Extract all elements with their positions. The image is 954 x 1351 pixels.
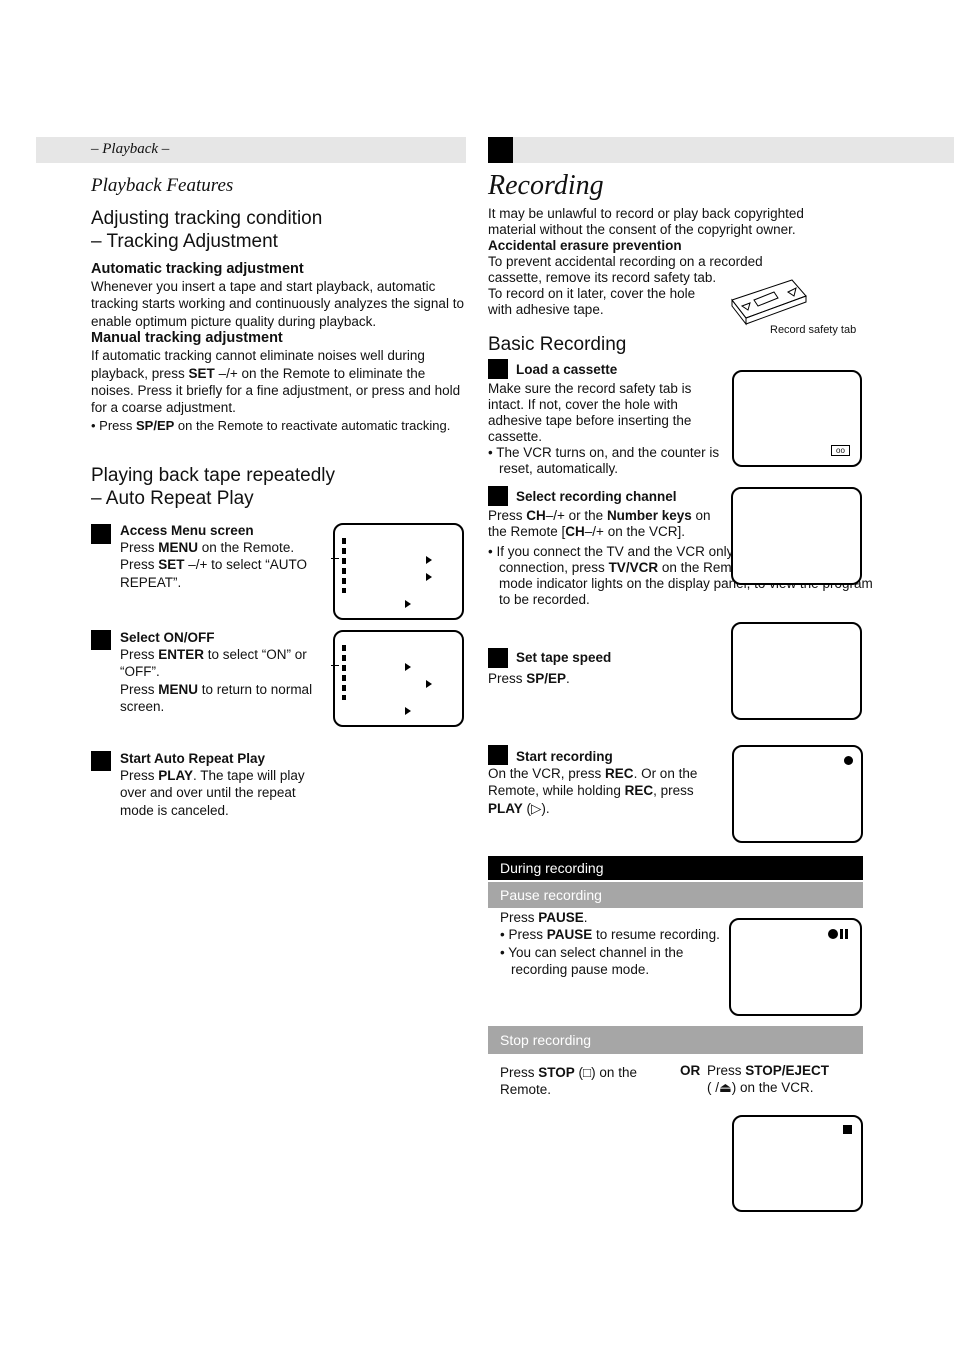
erasure-heading: Accidental erasure prevention [488,238,682,253]
menu-arrow-icon [405,663,411,671]
cursor-mark [342,645,346,700]
step-line: Press SET –/+ to select “AUTO REPEAT”. [120,557,307,590]
step-heading: Load a cassette [516,362,618,377]
record-step-3: Press SP/EP. [488,671,570,686]
step-number-box [91,751,111,771]
tracking-bullet: • Press SP/EP on the Remote to reactivat… [91,417,451,433]
step-line: Press ENTER to select “ON” or “OFF”. [120,647,307,680]
menu-arrow-icon [426,680,432,688]
section-title: Playback Features [91,175,234,196]
menu-arrow-icon [426,556,432,564]
manual-tracking-heading: Manual tracking adjustment [91,330,283,347]
menu-arrow-icon [405,600,411,608]
menu-screen-2 [331,630,464,727]
step-heading: Start recording [516,749,613,764]
stop-recording-bar: Stop recording [488,1026,863,1054]
menu-screen-1 [331,523,464,620]
pause-bullet: • You can select channel in the recordin… [500,944,684,978]
stop-remote-text: Press STOP (□) on the Remote. [500,1065,637,1098]
stop-or-label: OR [680,1063,701,1078]
auto-tracking-text: Whenever you insert a tape and start pla… [91,279,464,329]
step-heading: Select recording channel [516,489,677,504]
pause-text: Press PAUSE. [500,910,588,925]
repeat-step-2: Select ON/OFF Press ENTER to select “ON”… [120,629,328,716]
step-text: Make sure the record safety tab is intac… [488,381,692,444]
cursor-mark [342,538,346,593]
cassette-caption: Record safety tab [770,324,857,336]
record-step-2: Press CH–/+ or the Number keys on the Re… [488,508,728,540]
step-number-box [488,359,508,379]
step-number-box [488,486,508,506]
step-heading: Set tape speed [516,650,612,665]
basic-recording-title: Basic Recording [488,334,627,355]
recording-title: Recording [488,170,604,201]
record-step-1: Make sure the record safety tab is intac… [488,381,720,477]
repeat-step-3: Start Auto Repeat Play Press PLAY. The t… [120,750,320,819]
step-line: Press MENU to return to normal screen. [120,681,313,715]
right-header-bar [488,137,954,163]
step-number-box [91,630,111,650]
step-heading: Access Menu screen [120,523,254,538]
step-number-box [91,524,111,544]
repeat-title: Playing back tape repeatedly – Auto Repe… [91,464,335,510]
record-pause-icon [828,929,849,939]
left-header-label: – Playback – [91,141,170,157]
flash-icon [331,558,339,559]
erasure-text-2: To record on it later, cover the hole wi… [488,286,696,317]
step-line: Press MENU on the Remote. [120,540,295,555]
cassette-icon: oo [831,445,850,456]
step-heading: Select ON/OFF [120,630,215,645]
repeat-title-line1: Playing back tape repeatedly [91,465,335,486]
menu-arrow-icon [405,707,411,715]
flash-icon [331,665,339,666]
record-step-4: On the VCR, press REC. Or on the Remote,… [488,766,698,816]
tv-screen-recording [732,745,863,843]
pause-instructions: Press PAUSE. • Press PAUSE to resume rec… [500,909,728,979]
right-header-marker [488,137,513,163]
step-number-box [488,648,508,668]
copyright-notice: It may be unlawful to record or play bac… [488,206,804,237]
tracking-title-line1: Adjusting tracking condition [91,208,323,229]
manual-tracking-text: If automatic tracking cannot eliminate n… [91,348,461,416]
during-recording-bar: During recording [488,856,863,880]
stop-square-icon [843,1125,852,1134]
tracking-body: Automatic tracking adjustment Whenever y… [91,261,469,434]
stop-vcr-text-line2: ( /⏏) on the VCR. [707,1080,814,1096]
step-heading: Start Auto Repeat Play [120,751,266,766]
step-number-box [488,745,508,765]
repeat-title-line2: – Auto Repeat Play [91,488,254,509]
step-text: Press CH–/+ or the Number keys on the Re… [488,508,711,539]
step-bullet: • The VCR turns on, and the counter is r… [488,445,720,476]
tv-screen-pause [729,918,862,1016]
pause-bullet: • Press PAUSE to resume recording. [500,927,720,943]
tv-screen-stop [732,1115,863,1212]
tv-screen-speed [731,622,862,720]
pause-recording-bar: Pause recording [488,882,863,908]
tracking-title-line2: – Tracking Adjustment [91,231,278,252]
tracking-title: Adjusting tracking condition – Tracking … [91,207,322,253]
repeat-step-1: Access Menu screen Press MENU on the Rem… [120,522,320,591]
tv-screen-channel [731,487,862,585]
tv-screen-load: oo [732,370,862,467]
auto-tracking-heading: Automatic tracking adjustment [91,261,304,277]
record-dot-icon [844,756,853,765]
step-line: Press PLAY. The tape will play over and … [120,768,305,818]
menu-arrow-icon [426,573,432,581]
stop-vcr-text: Press STOP/EJECT ( /⏏) on the VCR. [707,1062,857,1097]
